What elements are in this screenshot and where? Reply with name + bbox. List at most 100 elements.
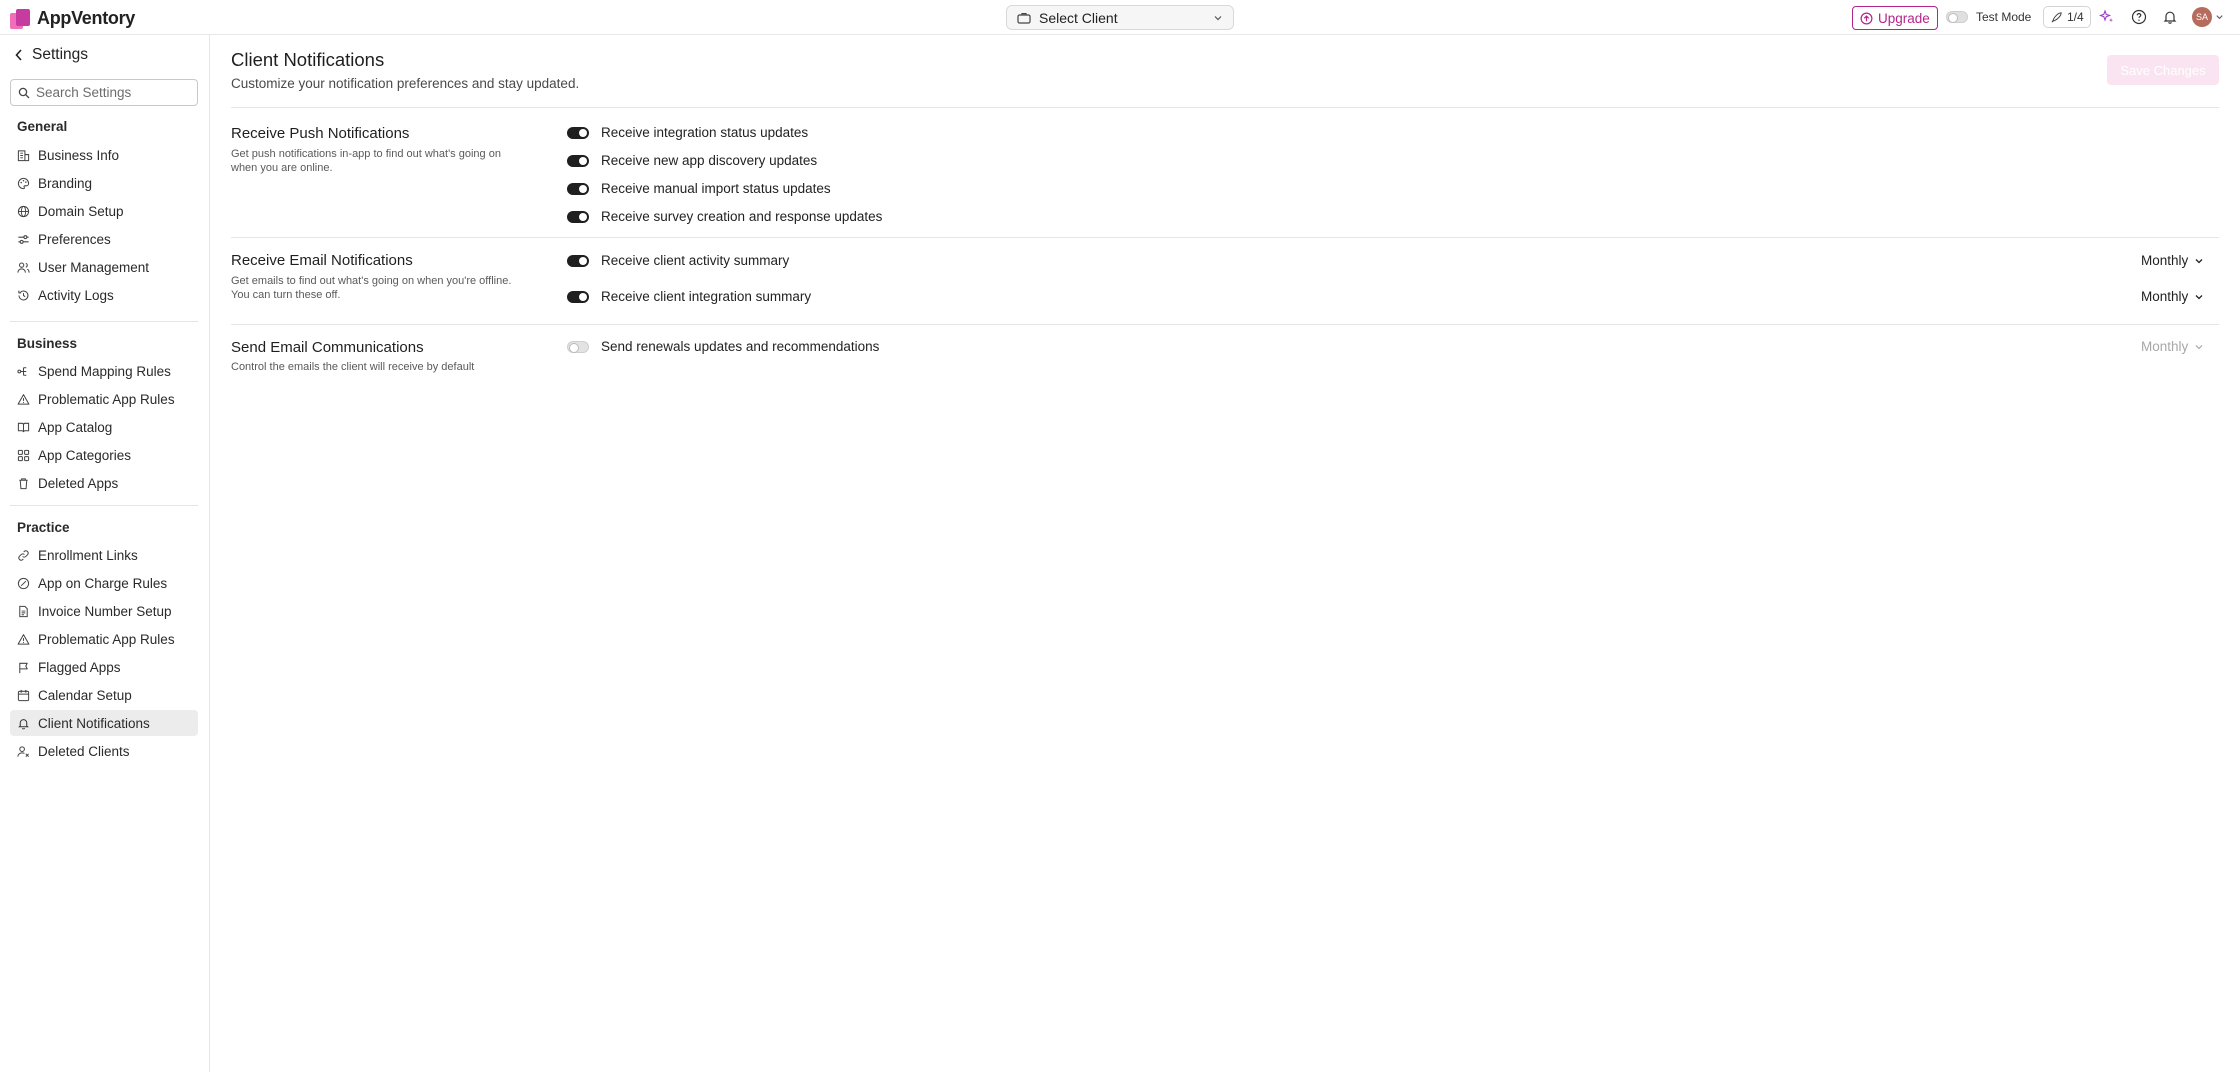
arrow-up-circle-icon [1860, 12, 1873, 24]
sidebar-item-enrollment-links[interactable]: Enrollment Links [10, 542, 198, 568]
badge-check-icon [17, 577, 30, 589]
sidebar-item-deleted-apps[interactable]: Deleted Apps [10, 470, 198, 496]
option-client-activity-summary: Receive client activity summary [567, 253, 789, 268]
save-changes-button[interactable]: Save Changes [2107, 55, 2219, 85]
user-menu[interactable]: SA [2192, 7, 2224, 27]
option-label: Receive integration status updates [601, 125, 809, 140]
chevron-down-icon [2216, 15, 2223, 20]
client-activity-frequency-select[interactable]: Monthly [2141, 253, 2204, 268]
test-mode-switch[interactable]: Test Mode [1946, 10, 2031, 24]
test-mode-label: Test Mode [1976, 10, 2032, 24]
option-label: Receive new app discovery updates [601, 153, 818, 168]
email-communications-title: Send Email Communications [231, 339, 424, 356]
rocket-icon [2051, 11, 2062, 23]
sidebar-divider [10, 505, 198, 506]
sidebar-item-app-catalog[interactable]: App Catalog [10, 414, 198, 440]
settings-back-link[interactable]: Settings [14, 46, 88, 64]
option-survey-updates: Receive survey creation and response upd… [567, 209, 882, 224]
search-icon [18, 87, 30, 98]
settings-back-label: Settings [32, 46, 89, 63]
option-label: Receive survey creation and response upd… [601, 209, 883, 224]
sidebar-item-invoice-number-setup[interactable]: Invoice Number Setup [10, 598, 198, 624]
settings-search[interactable] [10, 79, 198, 106]
trash-icon [19, 477, 28, 489]
frequency-value: Monthly [2141, 289, 2189, 304]
survey-updates-toggle[interactable] [567, 210, 589, 223]
building-icon [17, 149, 30, 161]
sidebar-item-flagged-apps[interactable]: Flagged Apps [10, 654, 198, 680]
page-subtitle: Customize your notification preferences … [231, 76, 580, 91]
logo-mark-icon [10, 8, 30, 29]
sidebar-divider [10, 321, 198, 322]
app-logo[interactable]: AppVentory [10, 8, 135, 29]
section-divider [231, 107, 2219, 108]
search-input[interactable] [36, 85, 186, 100]
sparkle-icon[interactable] [2098, 8, 2116, 26]
sidebar-item-label: Flagged Apps [38, 659, 121, 675]
renewals-updates-toggle[interactable] [567, 340, 589, 353]
option-new-app-discovery: Receive new app discovery updates [567, 153, 817, 168]
sidebar-item-problematic-app-rules[interactable]: Problematic App Rules [10, 386, 198, 412]
sidebar-item-label: Problematic App Rules [38, 631, 175, 647]
bell-icon[interactable] [2161, 8, 2179, 26]
chevron-left-icon [15, 49, 22, 61]
sidebar-item-label: Deleted Clients [38, 743, 130, 759]
option-label: Send renewals updates and recommendation… [601, 339, 880, 354]
sidebar-item-app-on-charge-rules[interactable]: App on Charge Rules [10, 570, 198, 596]
sidebar-item-branding[interactable]: Branding [10, 170, 198, 196]
sidebar-item-spend-mapping-rules[interactable]: Spend Mapping Rules [10, 358, 198, 384]
top-bar: AppVentory Select Client Upgrade Test Mo… [0, 0, 2240, 35]
push-notifications-description: Get push notifications in-app to find ou… [231, 148, 501, 174]
option-integration-status: Receive integration status updates [567, 125, 808, 140]
sidebar-item-label: Deleted Apps [38, 475, 119, 491]
sidebar-item-domain-setup[interactable]: Domain Setup [10, 198, 198, 224]
renewals-frequency-select: Monthly [2141, 339, 2204, 354]
link-icon [18, 549, 29, 561]
history-icon [18, 290, 29, 300]
client-integration-frequency-select[interactable]: Monthly [2141, 289, 2204, 304]
book-open-icon [17, 422, 30, 432]
upgrade-button[interactable]: Upgrade [1852, 6, 1938, 30]
sidebar-item-label: App on Charge Rules [38, 575, 168, 591]
help-icon[interactable] [2130, 8, 2148, 26]
client-activity-summary-toggle[interactable] [567, 254, 589, 267]
user-x-icon [17, 745, 29, 757]
sidebar-item-app-categories[interactable]: App Categories [10, 442, 198, 468]
sidebar-item-user-management[interactable]: User Management [10, 254, 198, 280]
frequency-value: Monthly [2141, 339, 2189, 354]
bell-icon [18, 718, 29, 729]
manual-import-status-toggle[interactable] [567, 182, 589, 195]
route-icon [17, 366, 27, 376]
sidebar-item-calendar-setup[interactable]: Calendar Setup [10, 682, 198, 708]
test-mode-toggle[interactable] [1946, 11, 1968, 23]
progress-label: 1/4 [2067, 10, 2084, 24]
sidebar-item-preferences[interactable]: Preferences [10, 226, 198, 252]
sidebar-item-deleted-clients[interactable]: Deleted Clients [10, 738, 198, 764]
sidebar-item-business-info[interactable]: Business Info [10, 142, 198, 168]
sidebar-item-label: Enrollment Links [38, 547, 138, 563]
option-renewals-updates: Send renewals updates and recommendation… [567, 339, 879, 354]
email-communications-description: Control the emails the client will recei… [231, 361, 475, 373]
sidebar-item-client-notifications[interactable]: Client Notifications [10, 710, 198, 736]
integration-status-toggle[interactable] [567, 126, 589, 139]
chevron-down-icon [2195, 344, 2203, 349]
sidebar-item-label: Business Info [38, 147, 120, 163]
sidebar-item-activity-logs[interactable]: Activity Logs [10, 282, 198, 308]
users-icon [17, 262, 30, 273]
section-title-general: General [17, 119, 68, 134]
onboarding-progress[interactable]: 1/4 [2043, 6, 2091, 28]
sidebar-item-problematic-app-rules-practice[interactable]: Problematic App Rules [10, 626, 198, 652]
grid-icon [17, 449, 30, 461]
new-app-discovery-toggle[interactable] [567, 154, 589, 167]
chevron-down-icon [2195, 258, 2203, 263]
main-content: Client Notifications Customize your noti… [211, 35, 2240, 1072]
frequency-value: Monthly [2141, 253, 2189, 268]
client-select[interactable]: Select Client [1006, 5, 1234, 30]
warning-triangle-icon [17, 633, 30, 645]
page-title: Client Notifications [231, 49, 385, 70]
chevron-down-icon [2195, 294, 2203, 299]
push-notifications-title: Receive Push Notifications [231, 125, 410, 142]
client-integration-summary-toggle[interactable] [567, 290, 589, 303]
sidebar-item-label: App Catalog [38, 419, 113, 435]
settings-sidebar: Settings General Business Info Branding … [0, 35, 210, 1072]
